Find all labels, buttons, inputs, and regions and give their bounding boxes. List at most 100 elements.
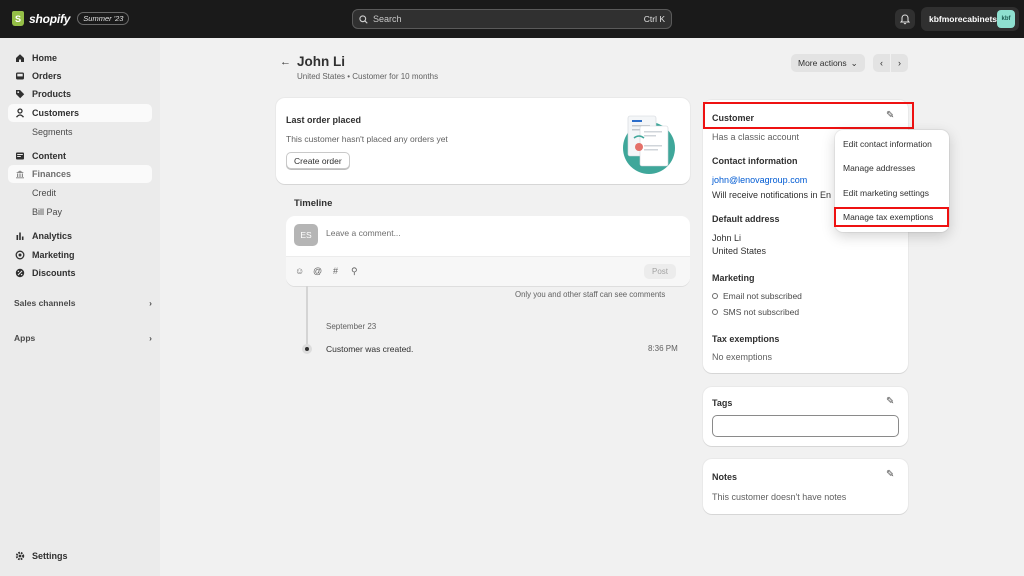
edit-notes-pencil-icon[interactable]: ✎: [886, 469, 894, 480]
create-order-button[interactable]: Create order: [286, 152, 350, 169]
comment-input[interactable]: [326, 228, 666, 238]
section-label: Apps: [14, 333, 36, 343]
chevron-down-icon: ⌄: [850, 57, 858, 68]
gear-icon: [14, 551, 26, 561]
search-input[interactable]: [373, 14, 644, 24]
attachment-icon[interactable]: ⚲: [351, 266, 358, 277]
mention-icon[interactable]: @: [313, 266, 322, 276]
last-order-title: Last order placed: [286, 115, 362, 125]
store-avatar: kbf: [997, 10, 1015, 28]
sidebar-item-label: Segments: [32, 127, 73, 137]
tags-title: Tags: [712, 398, 733, 408]
next-customer-button[interactable]: ›: [891, 54, 908, 72]
tax-exemptions-heading: Tax exemptions: [712, 334, 780, 344]
chevron-right-icon: ›: [149, 333, 152, 343]
avatar: ES: [294, 224, 318, 246]
email-marketing-status: Email not subscribed: [712, 291, 802, 301]
post-button[interactable]: Post: [643, 264, 676, 279]
shopify-bag-icon: S: [12, 11, 24, 26]
tax-exemptions-value: No exemptions: [712, 352, 773, 362]
sidebar-item-content[interactable]: Content: [8, 147, 152, 165]
edit-tags-pencil-icon[interactable]: ✎: [886, 396, 894, 407]
sidebar-item-label: Analytics: [32, 231, 73, 241]
person-icon: [14, 108, 26, 118]
edit-contact-information-item[interactable]: Edit contact information: [843, 139, 932, 149]
more-actions-button[interactable]: More actions ⌄: [791, 54, 865, 72]
sidebar-item-settings[interactable]: Settings: [8, 547, 152, 565]
sidebar-section-apps[interactable]: Apps ›: [14, 333, 152, 343]
email-marketing-label: Email not subscribed: [723, 291, 802, 301]
sidebar-item-label: Discounts: [32, 268, 76, 278]
search-bar[interactable]: Ctrl K: [352, 9, 672, 29]
sidebar-item-customers[interactable]: Customers: [8, 104, 152, 122]
notifications-button[interactable]: [895, 9, 915, 29]
hashtag-icon[interactable]: #: [333, 266, 338, 276]
page-subtitle: United States • Customer for 10 months: [297, 72, 439, 81]
target-icon: [14, 250, 26, 260]
timeline-title: Timeline: [294, 198, 333, 209]
comment-toolbar: ☺ @ # ⚲ Post: [286, 256, 690, 286]
status-circle-icon: [712, 293, 718, 299]
sidebar-item-marketing[interactable]: Marketing: [8, 246, 152, 264]
sidebar-item-label: Marketing: [32, 250, 75, 260]
sidebar: Home Orders Products Customers Segments …: [0, 38, 160, 576]
sidebar-item-home[interactable]: Home: [8, 49, 152, 67]
staff-note: Only you and other staff can see comment…: [515, 290, 666, 299]
sidebar-item-discounts[interactable]: Discounts: [8, 264, 152, 282]
store-name: kbfmorecabinets: [929, 14, 998, 24]
customer-card-title: Customer: [712, 113, 755, 123]
manage-addresses-item[interactable]: Manage addresses: [843, 163, 915, 173]
edition-badge: Summer '23: [77, 12, 130, 25]
discount-icon: [14, 268, 26, 278]
sidebar-item-label: Finances: [32, 169, 72, 179]
last-order-text: This customer hasn't placed any orders y…: [286, 134, 448, 144]
sidebar-section-sales-channels[interactable]: Sales channels ›: [14, 298, 152, 308]
edit-customer-pencil-icon[interactable]: ✎: [886, 110, 894, 121]
timeline-line: [306, 286, 308, 348]
bank-icon: [14, 169, 26, 179]
timeline-event-time: 8:36 PM: [648, 344, 678, 353]
sidebar-item-label: Content: [32, 151, 66, 161]
emoji-icon[interactable]: ☺: [295, 266, 304, 276]
sidebar-item-label: Home: [32, 53, 58, 63]
brand-name: shopify: [29, 11, 71, 26]
shopify-logo[interactable]: S shopify Summer '23: [12, 11, 130, 26]
sidebar-item-label: Customers: [32, 108, 80, 118]
sidebar-item-products[interactable]: Products: [8, 85, 152, 103]
page-title: John Li: [297, 54, 345, 69]
sidebar-item-finances[interactable]: Finances: [8, 165, 152, 183]
home-icon: [14, 53, 26, 63]
previous-customer-button[interactable]: ‹: [873, 54, 890, 72]
sidebar-item-credit[interactable]: Credit: [8, 184, 152, 202]
sidebar-item-analytics[interactable]: Analytics: [8, 227, 152, 245]
chevron-right-icon: ›: [149, 298, 152, 308]
marketing-heading: Marketing: [712, 273, 755, 283]
sidebar-item-segments[interactable]: Segments: [8, 123, 152, 141]
store-menu-button[interactable]: kbfmorecabinets kbf: [921, 7, 1019, 31]
timeline-date: September 23: [326, 322, 377, 331]
notes-card: [703, 459, 908, 514]
section-label: Sales channels: [14, 298, 76, 308]
tag-icon: [14, 89, 26, 99]
sidebar-item-label: Orders: [32, 71, 62, 81]
edit-marketing-settings-item[interactable]: Edit marketing settings: [843, 188, 929, 198]
content-icon: [14, 151, 26, 161]
inbox-icon: [14, 71, 26, 81]
orders-illustration-icon: [623, 115, 675, 174]
chevron-left-icon: ‹: [880, 58, 883, 68]
default-address-heading: Default address: [712, 214, 780, 224]
customer-email-link[interactable]: john@lenovagroup.com: [712, 175, 807, 185]
sidebar-item-orders[interactable]: Orders: [8, 67, 152, 85]
sms-marketing-label: SMS not subscribed: [723, 307, 800, 317]
more-actions-label: More actions: [798, 58, 847, 68]
sidebar-item-label: Settings: [32, 551, 68, 561]
sidebar-item-label: Bill Pay: [32, 207, 63, 217]
search-shortcut: Ctrl K: [643, 14, 665, 24]
sidebar-item-bill-pay[interactable]: Bill Pay: [8, 203, 152, 221]
back-arrow-icon[interactable]: ←: [280, 56, 291, 68]
timeline-event: Customer was created.: [326, 344, 414, 354]
search-icon: [359, 14, 368, 24]
address-country: United States: [712, 246, 767, 256]
chevron-right-icon: ›: [898, 58, 901, 68]
tags-input[interactable]: [712, 415, 899, 437]
